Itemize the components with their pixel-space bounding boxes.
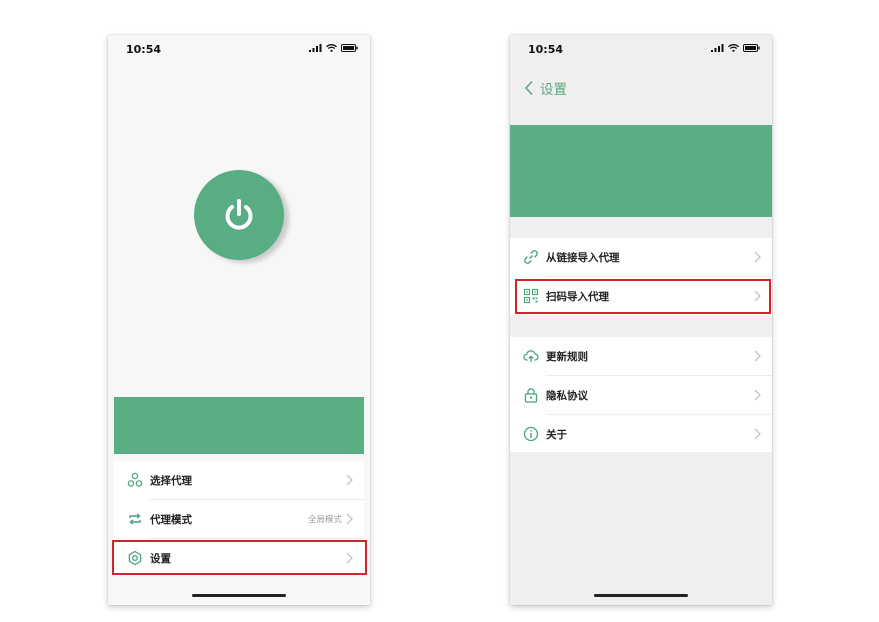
- menu-item-privacy-policy[interactable]: 隐私协议: [510, 376, 772, 414]
- power-icon: [225, 199, 253, 230]
- home-indicator: [192, 594, 286, 597]
- menu-item-label: 设置: [150, 553, 171, 565]
- chevron-right-icon: [346, 474, 353, 486]
- menu-item-label: 选择代理: [150, 475, 192, 487]
- chevron-right-icon: [346, 513, 353, 525]
- page-title: 设置: [540, 82, 567, 98]
- chevron-right-icon: [754, 389, 761, 401]
- lock-icon: [523, 387, 539, 403]
- link-icon: [523, 249, 539, 265]
- back-button[interactable]: 设置: [524, 78, 567, 98]
- status-icons: [309, 44, 358, 52]
- proxy-mode-value: 全局模式: [307, 515, 342, 525]
- info-menu-group: 更新规则 隐私协议 关于: [510, 337, 772, 452]
- menu-item-label: 更新规则: [546, 351, 588, 363]
- chevron-right-icon: [346, 552, 353, 564]
- chevron-right-icon: [754, 350, 761, 362]
- settings-screen: 10:54 设置 从链接导入代理 扫码导入代理 更新规则 隐私协议 关于: [510, 35, 772, 605]
- status-time: 10:54: [528, 43, 564, 56]
- menu-item-update-rules[interactable]: 更新规则: [510, 337, 772, 375]
- cloud-upload-icon: [523, 348, 539, 364]
- menu-item-label: 扫码导入代理: [546, 291, 609, 303]
- wifi-icon: [326, 44, 337, 52]
- signal-icon: [711, 44, 724, 52]
- menu-item-settings[interactable]: 设置: [114, 539, 364, 577]
- settings-icon: [127, 550, 143, 566]
- chevron-right-icon: [754, 290, 761, 302]
- menu-item-label: 关于: [546, 429, 567, 441]
- import-menu-group: 从链接导入代理 扫码导入代理: [510, 238, 772, 315]
- menu-item-proxy-mode[interactable]: 代理模式 全局模式: [114, 500, 364, 538]
- menu-item-import-from-link[interactable]: 从链接导入代理: [510, 238, 772, 276]
- ad-banner[interactable]: [114, 397, 364, 454]
- home-indicator: [594, 594, 688, 597]
- status-bar: 10:54: [108, 35, 370, 65]
- status-icons: [711, 44, 760, 52]
- main-menu: 选择代理 代理模式 全局模式 设置: [114, 461, 364, 575]
- main-screen: 10:54 选择代理 代理模式 全局模式 设置: [108, 35, 370, 605]
- chevron-right-icon: [754, 251, 761, 263]
- menu-item-label: 从链接导入代理: [546, 252, 620, 264]
- signal-icon: [309, 44, 322, 52]
- status-bar: 10:54: [510, 35, 772, 65]
- chevron-right-icon: [754, 428, 761, 440]
- status-time: 10:54: [126, 43, 162, 56]
- menu-item-label: 隐私协议: [546, 390, 588, 402]
- wifi-icon: [728, 44, 739, 52]
- proxy-nodes-icon: [127, 472, 143, 488]
- chevron-left-icon: [524, 80, 533, 96]
- info-icon: [523, 426, 539, 442]
- qr-code-icon: [523, 288, 539, 304]
- menu-item-label: 代理模式: [150, 514, 192, 526]
- repeat-icon: [127, 511, 143, 527]
- menu-item-select-proxy[interactable]: 选择代理: [114, 461, 364, 499]
- battery-icon: [341, 44, 358, 52]
- ad-banner[interactable]: [510, 125, 772, 217]
- menu-item-about[interactable]: 关于: [510, 415, 772, 453]
- battery-icon: [743, 44, 760, 52]
- power-toggle-button[interactable]: [194, 170, 284, 260]
- menu-item-scan-qr-import[interactable]: 扫码导入代理: [510, 277, 772, 315]
